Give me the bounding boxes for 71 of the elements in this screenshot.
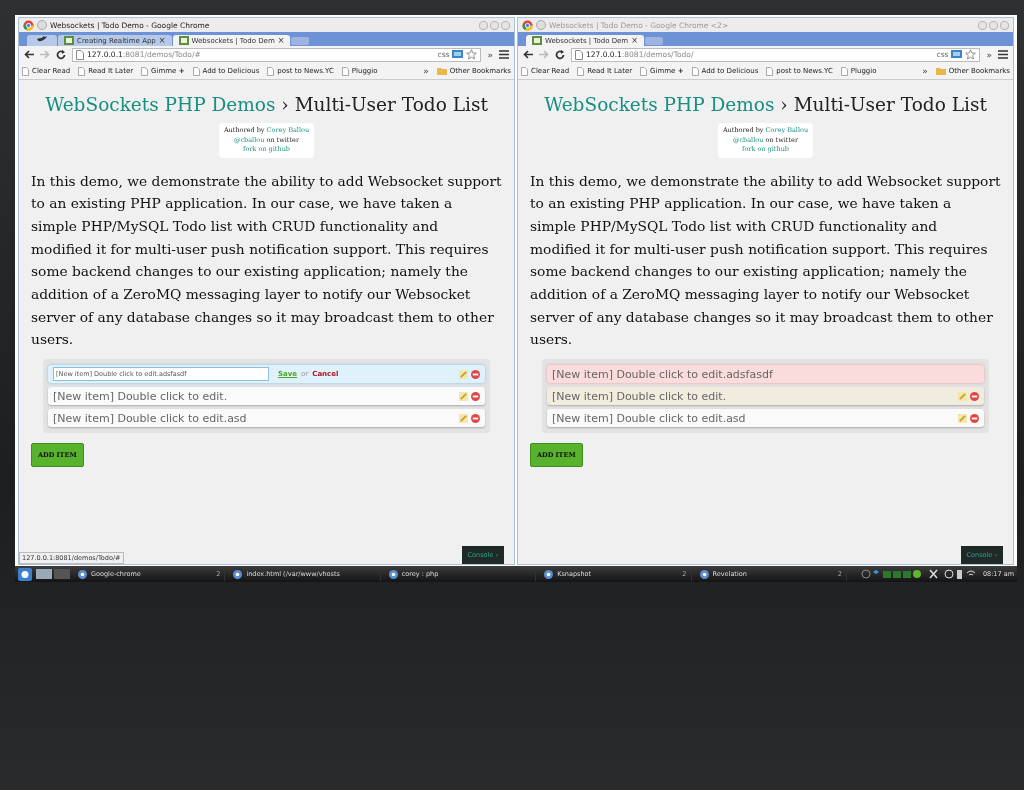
breadcrumb-separator: ›	[780, 94, 788, 115]
page-icon	[267, 66, 275, 76]
todo-item[interactable]: [New item] Double click to edit.	[547, 387, 984, 406]
app-icon	[544, 569, 554, 579]
todo-item[interactable]: [New item] Double click to edit.asd	[48, 409, 485, 428]
remove-icon[interactable]	[471, 413, 480, 423]
menu-icon[interactable]	[499, 50, 509, 59]
remove-icon[interactable]	[471, 391, 480, 401]
chrome-logo-icon	[23, 19, 34, 31]
remove-icon[interactable]	[970, 413, 979, 423]
overflow-chevron[interactable]: »	[423, 66, 429, 76]
todo-item[interactable]: [New item] Double click to edit.adsfasdf	[547, 365, 984, 384]
page-icon	[78, 66, 86, 76]
breadcrumb-separator: ›	[281, 94, 289, 115]
menu-icon[interactable]	[998, 50, 1008, 59]
circle-icon	[536, 20, 546, 30]
folder-icon	[935, 67, 946, 75]
page-icon	[521, 66, 528, 76]
close-tab-icon[interactable]: ×	[277, 36, 285, 45]
monitor-icon[interactable]	[951, 50, 963, 59]
favicon-icon	[532, 36, 542, 45]
app-icon	[388, 569, 398, 579]
page-title: Multi-User Todo List	[294, 94, 488, 115]
overflow-chevron[interactable]: »	[922, 66, 928, 76]
intro-paragraph: In this demo, we demonstrate the ability to add Websocket support to an existing PHP application. In our case, we have taken a simple PHP/MySQL Todo list with CRUD functionality and modified it for multi-user push notification support. This requires some backend changes to our existing application; namely the addition of a ZeroMQ messaging layer to notify our Websocket server of any database changes so it may broadcast them to other users.	[530, 171, 1001, 350]
pencil-icon[interactable]	[958, 391, 967, 401]
pencil-icon[interactable]	[459, 413, 468, 423]
intro-paragraph: In this demo, we demonstrate the ability to add Websocket support to an existing PHP application. In our case, we have taken a simple PHP/MySQL Todo list with CRUD functionality and modified it for multi-user push notification support. This requires some backend changes to our existing application; namely the addition of a ZeroMQ messaging layer to notify our Websocket server of any database changes so it may broadcast them to other users.	[31, 171, 502, 350]
page-icon	[691, 66, 699, 76]
page-icon	[840, 66, 848, 76]
circle-icon	[37, 20, 47, 30]
pencil-icon[interactable]	[459, 391, 468, 401]
overflow-chevron[interactable]: »	[487, 49, 493, 60]
remove-icon[interactable]	[471, 369, 480, 379]
page-icon	[22, 66, 29, 76]
favicon-icon	[178, 36, 189, 45]
page-title: Multi-User Todo List	[793, 94, 987, 115]
page-icon	[575, 49, 583, 60]
close-tab-icon[interactable]: ×	[631, 36, 638, 45]
pager-icon[interactable]	[36, 569, 70, 579]
overflow-chevron[interactable]: »	[986, 49, 992, 60]
page-icon	[192, 66, 200, 76]
chrome-logo-icon	[522, 19, 533, 31]
remove-icon[interactable]	[970, 391, 979, 401]
page-icon	[640, 66, 648, 76]
page-icon	[76, 49, 84, 60]
todo-item[interactable]: [New item] Double click to edit.	[48, 387, 485, 406]
back-arrow-icon[interactable]	[24, 50, 34, 59]
browser-tab[interactable]	[27, 35, 57, 46]
app-icon	[233, 569, 243, 579]
pencil-icon[interactable]	[459, 369, 468, 379]
page-icon	[141, 66, 149, 76]
tray-icons-drawing[interactable]	[860, 569, 921, 579]
back-arrow-icon[interactable]	[523, 50, 533, 59]
page-icon	[577, 66, 585, 76]
page-icon	[341, 66, 349, 76]
star-icon[interactable]	[965, 49, 977, 60]
todo-item[interactable]: [New item] Double click to edit.asd	[547, 409, 984, 428]
app-icon	[699, 569, 709, 579]
star-icon[interactable]	[466, 49, 478, 60]
page-icon	[766, 66, 774, 76]
tray-icons-drawing[interactable]	[928, 569, 975, 579]
reload-icon[interactable]	[555, 49, 565, 60]
favicon-icon	[64, 36, 74, 45]
app-icon	[78, 569, 87, 579]
pencil-icon[interactable]	[958, 413, 967, 423]
folder-icon	[436, 67, 447, 75]
monitor-icon[interactable]	[452, 50, 464, 59]
close-tab-icon[interactable]: ×	[158, 36, 166, 45]
start-menu-icon[interactable]	[18, 567, 32, 581]
reload-icon[interactable]	[56, 49, 66, 60]
